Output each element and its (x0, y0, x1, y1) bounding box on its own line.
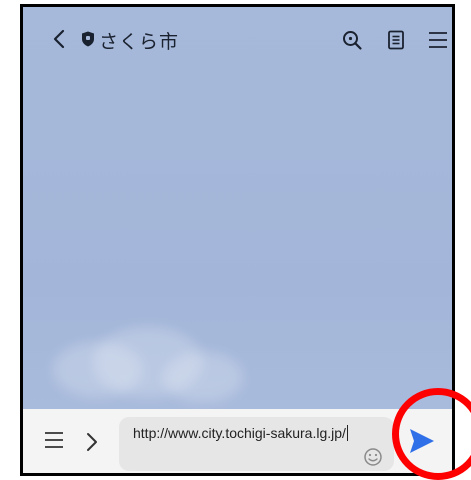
chat-area: さくら市 (23, 7, 452, 409)
chat-header: さくら市 (23, 7, 452, 67)
text-caret (346, 425, 348, 441)
chevron-right-icon[interactable] (85, 431, 99, 453)
chat-title: さくら市 (99, 31, 180, 53)
message-input-value: http://www.city.tochigi-sakura.lg.jp/ (133, 425, 346, 441)
hamburger-menu-icon[interactable] (427, 29, 449, 51)
search-icon[interactable] (341, 29, 363, 51)
phone-screen: さくら市 http://www.city.tochigi-sakura.lg.j… (20, 4, 455, 476)
message-input[interactable]: http://www.city.tochigi-sakura.lg.jp/ (119, 417, 394, 471)
send-arrow-icon[interactable] (404, 424, 438, 458)
message-input-bar: http://www.city.tochigi-sakura.lg.jp/ (23, 409, 452, 473)
hamburger-menu-icon[interactable] (43, 429, 65, 451)
background-cloud (163, 352, 243, 402)
emoji-smile-icon[interactable] (363, 447, 383, 467)
back-chevron-icon[interactable] (51, 29, 67, 49)
note-icon[interactable] (385, 29, 407, 51)
shield-icon (82, 31, 94, 47)
